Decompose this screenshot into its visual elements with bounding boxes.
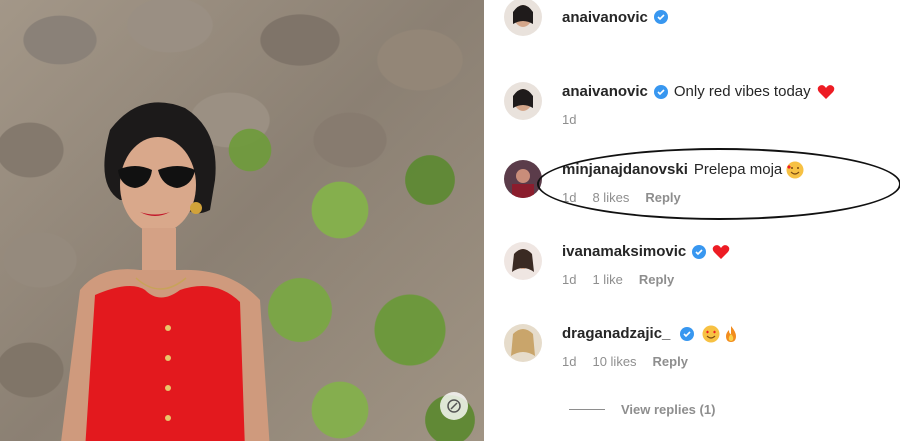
verified-icon <box>692 245 707 259</box>
comment-text: Only red vibes today <box>673 83 811 100</box>
comment-item: anaivanovic Only red vibes today 1d <box>504 82 835 127</box>
heart-icon <box>712 245 730 259</box>
smiling-face-with-hearts-icon <box>786 161 804 179</box>
post-photo <box>0 0 484 441</box>
comment-likes[interactable]: 8 likes <box>592 190 629 205</box>
woman-figure <box>61 102 270 441</box>
header-username[interactable]: anaivanovic <box>562 9 648 26</box>
verified-icon <box>653 10 668 24</box>
comment-username[interactable]: draganadzajic_ <box>562 324 670 344</box>
comment-likes[interactable]: 10 likes <box>592 354 636 369</box>
fire-icon <box>726 326 737 342</box>
comment-likes[interactable]: 1 like <box>592 272 622 287</box>
comments-panel: anaivanovic <box>484 0 900 441</box>
view-replies-label[interactable]: View replies (1) <box>621 402 715 417</box>
comment-username[interactable]: ivanamaksimovic <box>562 242 686 262</box>
post-header: anaivanovic <box>504 0 668 36</box>
reply-button[interactable]: Reply <box>639 272 674 287</box>
avatar[interactable] <box>504 0 542 36</box>
heart-icon <box>817 85 834 99</box>
avatar[interactable] <box>504 160 542 198</box>
comment-username[interactable]: minjanajdanovski <box>562 160 688 180</box>
comment-time: 1d <box>562 112 577 127</box>
divider <box>569 409 605 410</box>
comment-username[interactable]: anaivanovic <box>562 82 648 102</box>
avatar[interactable] <box>504 242 542 280</box>
verified-icon <box>680 327 695 341</box>
view-more-icon[interactable] <box>440 392 468 420</box>
comment-text: Prelepa moja <box>693 161 783 178</box>
comment-time: 1d <box>562 272 577 287</box>
avatar[interactable] <box>504 82 542 120</box>
reply-button[interactable]: Reply <box>653 354 688 369</box>
verified-icon <box>653 85 668 99</box>
comment-time: 1d <box>562 190 577 205</box>
comment-item: minjanajdanovski Prelepa moja 1d 8 likes… <box>504 160 804 205</box>
view-replies[interactable]: View replies (1) <box>569 402 715 417</box>
heart-eyes-icon <box>702 325 720 343</box>
comment-time: 1d <box>562 354 577 369</box>
comment-item: ivanamaksimovic 1d 1 like Reply <box>504 242 730 287</box>
avatar[interactable] <box>504 324 542 362</box>
reply-button[interactable]: Reply <box>645 190 680 205</box>
comment-item: draganadzajic_ 1d 10 likes Reply <box>504 324 740 369</box>
